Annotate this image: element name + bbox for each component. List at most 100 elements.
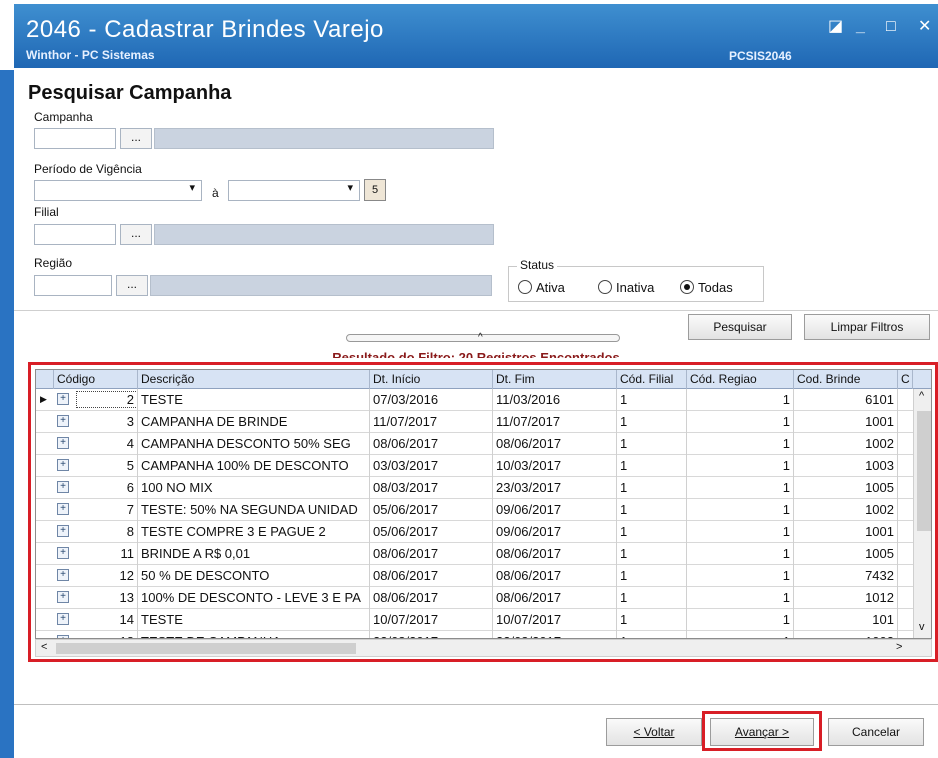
cell-cod-filial[interactable]: 1 xyxy=(617,433,687,455)
cell-codigo[interactable]: 2 xyxy=(72,389,138,411)
pesquisar-button[interactable]: Pesquisar xyxy=(688,314,792,340)
cell-dt-inicio[interactable]: 08/03/2017 xyxy=(370,477,493,499)
status-ativa-radio[interactable] xyxy=(518,280,532,294)
header-cod-regiao[interactable]: Cód. Regiao xyxy=(687,370,794,389)
status-ativa-label[interactable]: Ativa xyxy=(536,280,565,295)
cell-descricao[interactable]: TESTE: 50% NA SEGUNDA UNIDAD xyxy=(138,499,370,521)
cell-cod-filial[interactable]: 1 xyxy=(617,389,687,411)
header-codigo[interactable]: Código xyxy=(54,370,138,389)
cell-dt-fim[interactable]: 10/07/2017 xyxy=(493,609,617,631)
header-cod-brinde[interactable]: Cod. Brinde xyxy=(794,370,898,389)
cell-cod-brinde[interactable]: 1003 xyxy=(794,455,898,477)
regiao-lookup-button[interactable]: ... xyxy=(116,275,148,296)
cell-cod-regiao[interactable]: 1 xyxy=(687,609,794,631)
cell-cod-regiao[interactable]: 1 xyxy=(687,477,794,499)
cell-descricao[interactable]: CAMPANHA 100% DE DESCONTO xyxy=(138,455,370,477)
cancelar-button[interactable]: Cancelar xyxy=(828,718,924,746)
cell-cod-regiao[interactable]: 1 xyxy=(687,521,794,543)
cell-descricao[interactable]: 50 % DE DESCONTO xyxy=(138,565,370,587)
expand-row-icon[interactable]: + xyxy=(57,569,69,581)
scroll-up-icon[interactable]: ^ xyxy=(919,390,924,402)
cell-descricao[interactable]: TESTE COMPRE 3 E PAGUE 2 xyxy=(138,521,370,543)
cell-cod-regiao[interactable]: 1 xyxy=(687,389,794,411)
cell-cod-filial[interactable]: 1 xyxy=(617,587,687,609)
campanha-code-input[interactable] xyxy=(34,128,116,149)
cell-dt-fim[interactable]: 10/03/2017 xyxy=(493,455,617,477)
cell-codigo[interactable]: 8 xyxy=(72,521,138,543)
cell-descricao[interactable]: BRINDE A R$ 0,01 xyxy=(138,543,370,565)
cell-dt-fim[interactable]: 09/06/2017 xyxy=(493,499,617,521)
cell-dt-inicio[interactable]: 05/06/2017 xyxy=(370,521,493,543)
cell-codigo[interactable]: 6 xyxy=(72,477,138,499)
header-cod-filial[interactable]: Cód. Filial xyxy=(617,370,687,389)
cell-dt-fim[interactable]: 11/07/2017 xyxy=(493,411,617,433)
header-dt-fim[interactable]: Dt. Fim xyxy=(493,370,617,389)
expand-row-icon[interactable]: + xyxy=(57,437,69,449)
cell-descricao[interactable]: TESTE xyxy=(138,609,370,631)
cell-cod-filial[interactable]: 1 xyxy=(617,631,687,638)
cell-cod-brinde[interactable]: 1002 xyxy=(794,499,898,521)
cell-cod-brinde[interactable]: 7432 xyxy=(794,565,898,587)
cell-dt-fim[interactable]: 08/06/2017 xyxy=(493,543,617,565)
horizontal-scrollbar[interactable]: < > xyxy=(35,639,932,657)
cell-cod-filial[interactable]: 1 xyxy=(617,499,687,521)
minimize-icon[interactable]: _ xyxy=(856,18,865,36)
cell-dt-inicio[interactable]: 08/06/2017 xyxy=(370,543,493,565)
cell-dt-inicio[interactable]: 08/06/2017 xyxy=(370,565,493,587)
horizontal-scroll-thumb[interactable] xyxy=(56,643,356,654)
cell-dt-fim[interactable]: 22/08/2017 xyxy=(493,631,617,638)
cell-cod-filial[interactable]: 1 xyxy=(617,609,687,631)
table-row[interactable]: +4 CAMPANHA DESCONTO 50% SEG 08/06/2017 08/… xyxy=(36,433,931,455)
cell-cod-regiao[interactable]: 1 xyxy=(687,433,794,455)
scroll-left-icon[interactable]: < xyxy=(41,641,47,653)
cell-cod-brinde[interactable]: 1001 xyxy=(794,411,898,433)
cell-cod-filial[interactable]: 1 xyxy=(617,455,687,477)
scroll-down-icon[interactable]: v xyxy=(919,621,925,633)
cell-cod-regiao[interactable]: 1 xyxy=(687,587,794,609)
expand-row-icon[interactable]: + xyxy=(57,547,69,559)
cell-dt-fim[interactable]: 11/03/2016 xyxy=(493,389,617,411)
filial-code-input[interactable] xyxy=(34,224,116,245)
cell-descricao[interactable]: 100% DE DESCONTO - LEVE 3 E PA xyxy=(138,587,370,609)
table-row[interactable]: +11 BRINDE A R$ 0,01 08/06/2017 08/06/2017 1… xyxy=(36,543,931,565)
cell-cod-regiao[interactable]: 1 xyxy=(687,543,794,565)
status-todas-radio[interactable] xyxy=(680,280,694,294)
cell-dt-inicio[interactable]: 11/07/2017 xyxy=(370,411,493,433)
avancar-button[interactable]: Avançar > xyxy=(710,718,814,746)
expand-row-icon[interactable]: + xyxy=(57,415,69,427)
cell-cod-brinde[interactable]: 1001 xyxy=(794,521,898,543)
cell-cod-filial[interactable]: 1 xyxy=(617,521,687,543)
cell-codigo[interactable]: 13 xyxy=(72,587,138,609)
cell-cod-brinde[interactable]: 1002 xyxy=(794,433,898,455)
cell-cod-brinde[interactable]: 1005 xyxy=(794,543,898,565)
expand-row-icon[interactable]: + xyxy=(57,481,69,493)
cell-codigo[interactable]: 18 xyxy=(72,631,138,638)
cell-cod-regiao[interactable]: 1 xyxy=(687,499,794,521)
table-row[interactable]: +8 TESTE COMPRE 3 E PAGUE 2 05/06/2017 09/0… xyxy=(36,521,931,543)
table-row[interactable]: +5 CAMPANHA 100% DE DESCONTO 03/03/2017 10/… xyxy=(36,455,931,477)
expand-row-icon[interactable]: + xyxy=(57,591,69,603)
close-icon[interactable]: ✕ xyxy=(918,18,931,36)
collapse-handle[interactable] xyxy=(346,334,620,342)
expand-row-icon[interactable]: + xyxy=(57,459,69,471)
cell-cod-brinde[interactable]: 1002 xyxy=(794,631,898,638)
table-row[interactable]: +13 100% DE DESCONTO - LEVE 3 E PA 08/06/2… xyxy=(36,587,931,609)
cell-codigo[interactable]: 7 xyxy=(72,499,138,521)
scroll-right-icon[interactable]: > xyxy=(896,641,902,653)
maximize-icon[interactable]: □ xyxy=(886,18,896,36)
table-row[interactable]: +12 50 % DE DESCONTO 08/06/2017 08/06/2017 1… xyxy=(36,565,931,587)
vertical-scroll-thumb[interactable] xyxy=(917,411,931,531)
cell-cod-regiao[interactable]: 1 xyxy=(687,411,794,433)
regiao-code-input[interactable] xyxy=(34,275,112,296)
cell-codigo[interactable]: 14 xyxy=(72,609,138,631)
expand-row-icon[interactable]: + xyxy=(57,503,69,515)
cell-codigo[interactable]: 5 xyxy=(72,455,138,477)
table-row[interactable]: +3 CAMPANHA DE BRINDE 11/07/2017 11/07/2017… xyxy=(36,411,931,433)
expand-row-icon[interactable]: + xyxy=(57,393,69,405)
cell-dt-inicio[interactable]: 08/06/2017 xyxy=(370,587,493,609)
cell-cod-brinde[interactable]: 101 xyxy=(794,609,898,631)
cell-cod-regiao[interactable]: 1 xyxy=(687,455,794,477)
cell-dt-inicio[interactable]: 03/03/2017 xyxy=(370,455,493,477)
cell-cod-filial[interactable]: 1 xyxy=(617,477,687,499)
result-grid[interactable]: Código Descrição Dt. Início Dt. Fim Cód.… xyxy=(35,369,932,639)
